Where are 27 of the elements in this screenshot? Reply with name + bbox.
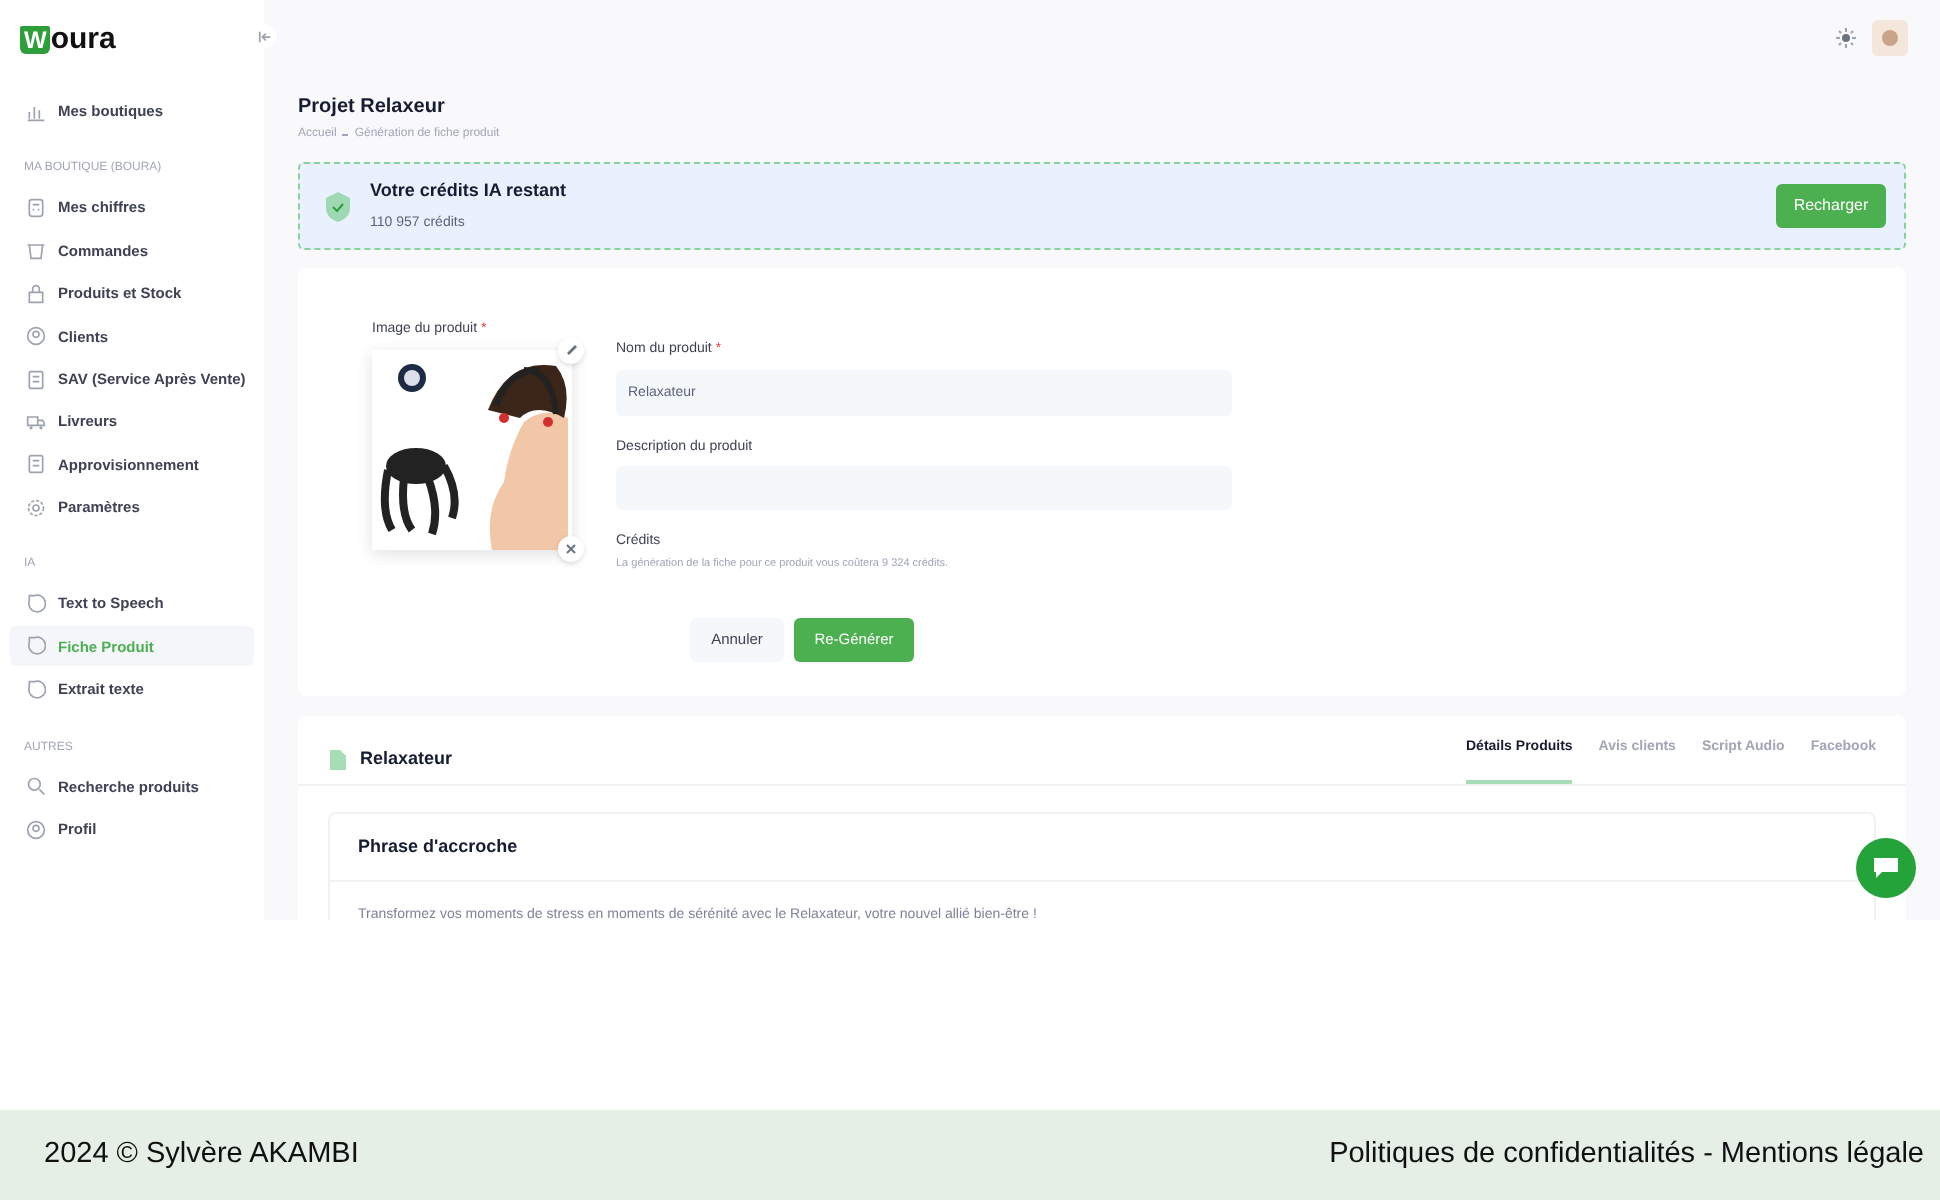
result-title: Relaxateur [360,745,455,771]
sun-icon[interactable] [1836,28,1856,48]
edit-image-button[interactable] [558,337,584,363]
user-avatar[interactable] [1872,20,1908,56]
bag-icon [26,283,46,304]
truck-icon [26,411,46,432]
bar-chart-icon [26,101,46,122]
search-icon [26,776,46,797]
settings-icon [26,497,46,518]
logo[interactable]: W oura [20,23,116,53]
page-title: Projet Relaxeur [298,94,447,122]
chat-icon [1872,856,1900,880]
legal-links[interactable]: Politiques de confidentialités - Mentions légale [1329,1133,1924,1177]
copyright-text: 2024 © Sylvère AKAMBI [44,1135,359,1174]
user-icon [26,819,46,840]
document-icon [26,454,46,475]
document-icon [328,750,346,770]
user-icon [26,326,46,347]
remove-image-button[interactable] [558,535,584,561]
calculator-icon [26,198,46,219]
basket-icon [26,240,46,261]
shield-check-icon [324,191,352,221]
banner-title: Votre crédits IA restant [370,178,569,204]
collapse-icon [257,29,271,43]
close-icon [566,543,576,553]
document-icon [26,369,46,390]
pencil-icon [565,344,577,356]
